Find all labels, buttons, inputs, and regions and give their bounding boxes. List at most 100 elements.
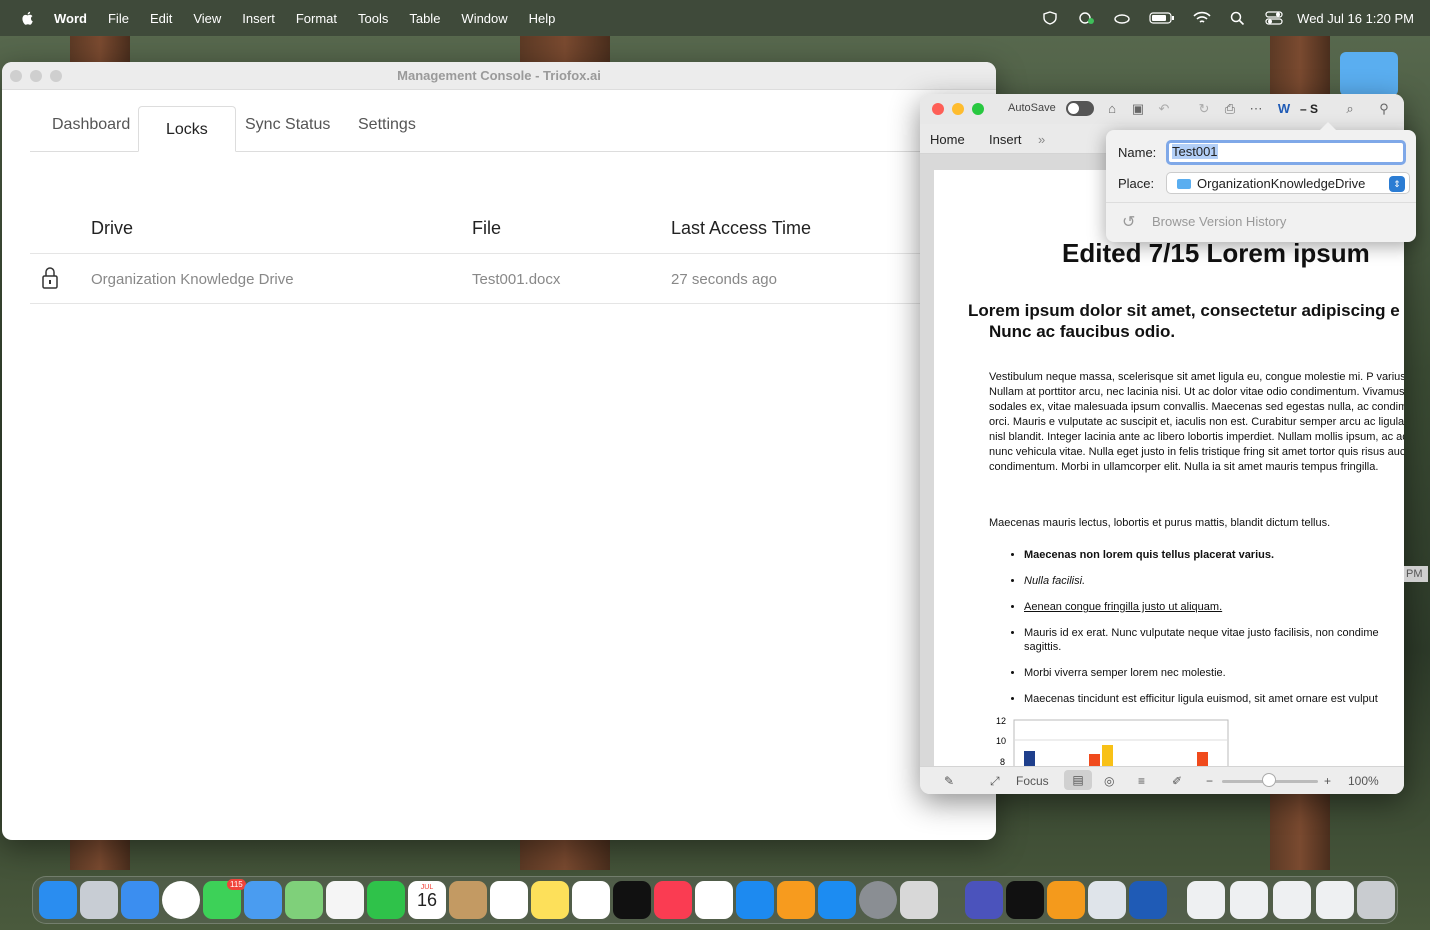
chrome-icon[interactable]: [162, 881, 200, 919]
finder-icon[interactable]: [39, 881, 77, 919]
column-last-access[interactable]: Last Access Time: [671, 218, 811, 239]
tab-settings[interactable]: Settings: [358, 116, 416, 134]
calendar-icon[interactable]: JUL 16: [408, 881, 446, 919]
chevron-updown-icon[interactable]: ⇕: [1389, 176, 1405, 192]
word-icon[interactable]: [1129, 881, 1167, 919]
menu-table[interactable]: Table: [409, 11, 440, 26]
list-item-text: Mauris id ex erat. Nunc vulputate neque …: [1024, 627, 1379, 639]
autosave-toggle[interactable]: [1066, 101, 1094, 116]
embedded-chart[interactable]: 12 10 8: [992, 714, 1242, 770]
music-icon[interactable]: [654, 881, 692, 919]
word-titlebar[interactable]: AutoSave ⌂ ▣ ↶ ↻ ⎙ ⋯ W – S ⌕ ⚲: [920, 94, 1404, 124]
zoom-slider-thumb[interactable]: [1262, 773, 1276, 787]
pages-icon[interactable]: [777, 881, 815, 919]
outline-icon[interactable]: ≡: [1138, 774, 1145, 788]
zoom-level[interactable]: 100%: [1348, 774, 1379, 788]
document-name-button[interactable]: – S: [1300, 102, 1318, 116]
zoom-out-button[interactable]: −: [1206, 774, 1213, 788]
tab-locks[interactable]: Locks: [138, 106, 236, 152]
apple-icon[interactable]: [20, 10, 36, 26]
system-settings-icon[interactable]: [859, 881, 897, 919]
menu-help[interactable]: Help: [529, 11, 556, 26]
safari-icon[interactable]: [121, 881, 159, 919]
brave-icon[interactable]: [1047, 881, 1085, 919]
menu-format[interactable]: Format: [296, 11, 337, 26]
recent-window-thumbnail[interactable]: [1316, 881, 1354, 919]
draft-icon[interactable]: ✐: [1172, 774, 1182, 788]
recent-window-thumbnail[interactable]: [1273, 881, 1311, 919]
menu-insert[interactable]: Insert: [242, 11, 275, 26]
column-file[interactable]: File: [472, 218, 501, 239]
tab-dashboard[interactable]: Dashboard: [52, 116, 130, 134]
apple-tv-icon[interactable]: [613, 881, 651, 919]
focus-button[interactable]: Focus: [1016, 774, 1049, 788]
mail-icon[interactable]: [244, 881, 282, 919]
contacts-icon[interactable]: [449, 881, 487, 919]
close-button[interactable]: [10, 70, 22, 82]
name-field[interactable]: Test001: [1166, 140, 1406, 165]
freeform-icon[interactable]: [572, 881, 610, 919]
home-icon[interactable]: ⌂: [1104, 101, 1120, 117]
zoom-in-button[interactable]: +: [1324, 774, 1331, 788]
print-icon[interactable]: ⎙: [1222, 101, 1238, 117]
shield-status-icon[interactable]: [1041, 11, 1059, 25]
keynote-icon[interactable]: [736, 881, 774, 919]
row-last-access: 27 seconds ago: [671, 271, 777, 288]
notes-icon[interactable]: [531, 881, 569, 919]
iphone-mirroring-icon[interactable]: [900, 881, 938, 919]
share-icon[interactable]: ⚲: [1376, 101, 1392, 117]
ribbon-tab-insert[interactable]: Insert: [989, 132, 1022, 147]
print-layout-icon[interactable]: ▤: [1064, 770, 1092, 790]
teams-icon[interactable]: [965, 881, 1003, 919]
facetime-icon[interactable]: [367, 881, 405, 919]
minimize-button[interactable]: [30, 70, 42, 82]
redo-icon[interactable]: ↻: [1196, 101, 1212, 117]
close-button[interactable]: [932, 103, 944, 115]
cloud-icon[interactable]: [1113, 11, 1131, 25]
ribbon-overflow-icon[interactable]: »: [1038, 132, 1045, 147]
menu-file[interactable]: File: [108, 11, 129, 26]
place-select[interactable]: OrganizationKnowledgeDrive ⇕: [1166, 172, 1410, 194]
preview-icon[interactable]: [1088, 881, 1126, 919]
trash-icon[interactable]: [1357, 881, 1395, 919]
table-row[interactable]: Organization Knowledge Drive Test001.doc…: [30, 254, 996, 304]
launchpad-icon[interactable]: [80, 881, 118, 919]
wifi-icon[interactable]: [1193, 11, 1211, 25]
photos-icon[interactable]: [326, 881, 364, 919]
zoom-button[interactable]: [972, 103, 984, 115]
focus-icon[interactable]: ⤢: [990, 774, 1000, 789]
menu-window[interactable]: Window: [461, 11, 507, 26]
lock-icon[interactable]: [41, 266, 59, 294]
search-icon[interactable]: [1229, 11, 1247, 25]
zoom-button[interactable]: [50, 70, 62, 82]
recent-window-thumbnail[interactable]: [1187, 881, 1225, 919]
menu-tools[interactable]: Tools: [358, 11, 388, 26]
undo-icon[interactable]: ↶: [1156, 101, 1172, 117]
minimize-button[interactable]: [952, 103, 964, 115]
menu-view[interactable]: View: [193, 11, 221, 26]
browse-version-history[interactable]: Browse Version History: [1152, 214, 1286, 229]
control-center-icon[interactable]: [1265, 11, 1283, 25]
maps-icon[interactable]: [285, 881, 323, 919]
app-store-icon[interactable]: [818, 881, 856, 919]
battery-icon[interactable]: [1149, 11, 1175, 25]
search-icon[interactable]: ⌕: [1342, 101, 1358, 117]
more-icon[interactable]: ⋯: [1248, 101, 1264, 117]
sync-status-icon[interactable]: [1077, 11, 1095, 25]
edit-mode-icon[interactable]: ✎: [944, 774, 954, 788]
terminal-icon[interactable]: [1006, 881, 1044, 919]
recent-window-thumbnail[interactable]: [1230, 881, 1268, 919]
save-icon[interactable]: ▣: [1130, 101, 1146, 117]
desktop-folder-icon[interactable]: [1340, 52, 1398, 96]
menu-edit[interactable]: Edit: [150, 11, 172, 26]
news-icon[interactable]: [695, 881, 733, 919]
document-page[interactable]: Edited 7/15 Lorem ipsum Lorem ipsum dolo…: [934, 170, 1404, 770]
ribbon-tab-home[interactable]: Home: [930, 132, 965, 147]
menubar-clock[interactable]: Wed Jul 16 1:20 PM: [1297, 11, 1414, 26]
tab-sync-status[interactable]: Sync Status: [245, 116, 330, 134]
column-drive[interactable]: Drive: [91, 218, 133, 239]
console-titlebar[interactable]: Management Console - Triofox.ai: [2, 62, 996, 90]
reminders-icon[interactable]: [490, 881, 528, 919]
web-layout-icon[interactable]: ◎: [1104, 774, 1114, 788]
menu-app-name[interactable]: Word: [54, 11, 87, 26]
